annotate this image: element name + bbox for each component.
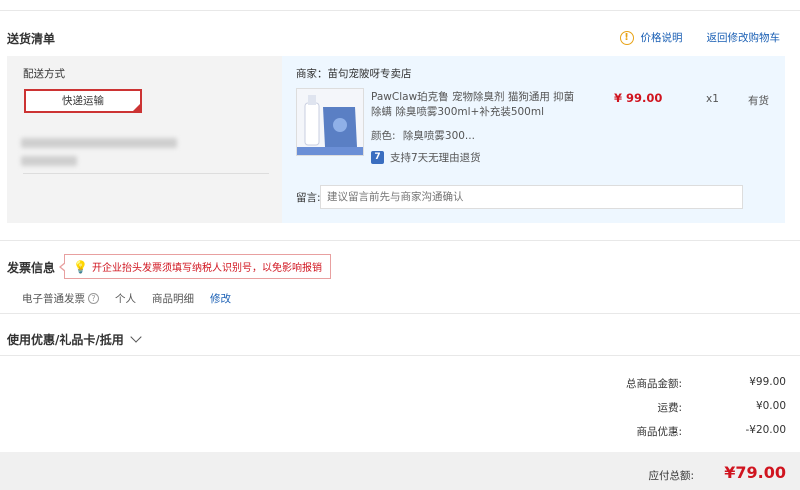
product-color-row: 颜色: 除臭喷雾300... [371,128,475,143]
shipping-label: 配送方式 [23,68,65,80]
product-image-icon [297,89,363,155]
chevron-down-icon [130,331,142,343]
product-thumbnail[interactable] [296,88,364,156]
shipping-panel: 配送方式 快递运输 [7,56,282,223]
note-label: 留言: [296,192,321,204]
shipping-divider [23,173,269,174]
color-label: 颜色: [371,130,396,142]
invoice-title: 个人 [115,293,136,305]
delivery-header-links: ! 价格说明 返回修改购物车 [619,30,781,45]
color-value: 除臭喷雾300... [402,130,475,142]
info-icon[interactable]: ! [619,30,634,45]
invoice-tip: 💡 开企业抬头发票须填写纳税人识别号，以免影响报销 [59,254,331,279]
product-quantity: x1 [706,93,719,105]
summary-label: 总商品金额: [625,378,682,390]
summary-label: 商品优惠: [636,426,682,438]
invoice-type: 电子普通发票 [22,293,85,305]
shipping-option-button[interactable]: 快递运输 [24,89,142,113]
invoice-content: 商品明细 [152,293,194,305]
total-bar: 应付总额: ¥79.00 [0,452,800,490]
summary-value: -¥20.00 [745,424,786,436]
summary-top-divider [0,355,800,356]
product-price: ¥ 99.00 [614,91,663,105]
product-title[interactable]: PawClaw珀克鲁 宠物除臭剂 猫狗通用 抑菌除螨 除臭喷雾300ml+补充装… [371,90,579,120]
store-name: 商家：苗句宠陂呀专卖店 [296,68,412,80]
invoice-top-divider [0,240,800,241]
coupon-toggle[interactable]: 使用优惠/礼品卡/抵用 [7,331,142,348]
stock-status: 有货 [748,95,769,107]
summary-row: 运费: ¥0.00 [486,400,786,415]
blurred-address-line [21,138,177,148]
invoice-details-row: 电子普通发票 ? 个人 商品明细 修改 [22,291,231,306]
coupon-top-divider [0,313,800,314]
top-divider [0,10,800,11]
lightbulb-icon: 💡 [73,259,88,274]
return-policy-row: 7 支持7天无理由退货 [371,150,481,165]
invoice-tip-text: 开企业抬头发票须填写纳税人识别号，以免影响报销 [91,263,322,274]
summary-value: ¥0.00 [755,400,786,412]
invoice-edit-link[interactable]: 修改 [210,291,231,306]
price-note-link[interactable]: 价格说明 [641,30,683,45]
summary-row: 商品优惠: -¥20.00 [486,424,786,439]
question-icon[interactable]: ? [88,293,99,304]
delivery-section-title: 送货清单 [7,32,56,46]
summary-label: 运费: [657,402,682,414]
return-policy-text: 支持7天无理由退货 [390,152,481,164]
note-input[interactable] [320,185,743,209]
return-policy-icon: 7 [371,151,384,164]
blurred-contact-line [21,156,77,166]
coupon-title: 使用优惠/礼品卡/抵用 [7,333,124,347]
total-value: ¥79.00 [724,463,786,482]
summary-value: ¥99.00 [749,376,786,388]
summary-row: 总商品金额: ¥99.00 [486,376,786,391]
invoice-section-title: 发票信息 [7,261,56,275]
return-cart-link[interactable]: 返回修改购物车 [707,30,781,45]
store-panel: 商家：苗句宠陂呀专卖店 PawClaw珀克鲁 宠物除臭剂 猫狗通用 抑菌除螨 除… [282,56,785,223]
total-label: 应付总额: [648,470,694,482]
